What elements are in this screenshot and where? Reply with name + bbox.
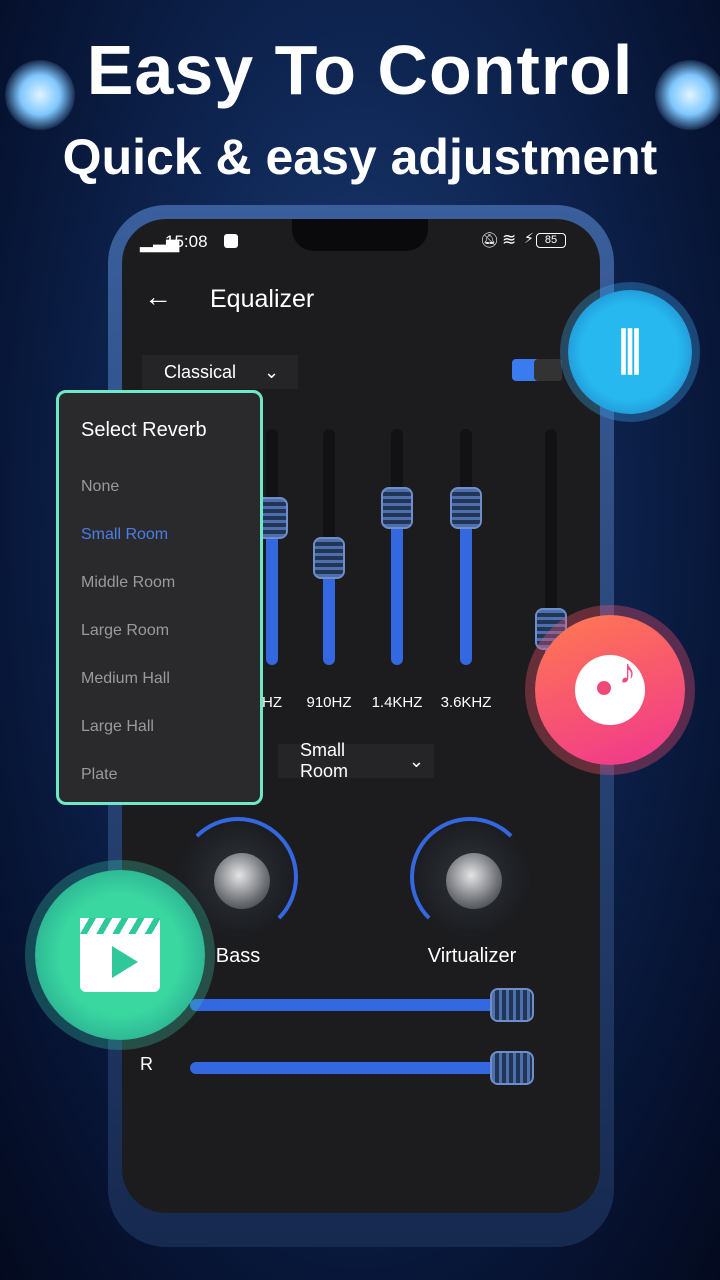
equalizer-bubble: ⫼ [568, 290, 692, 414]
wifi-icon: ≋ [502, 230, 517, 249]
knob-cap [446, 853, 502, 909]
band-thumb[interactable] [381, 487, 413, 529]
reverb-value: Small Room [300, 740, 349, 781]
charging-icon: ⚡︎ [524, 230, 534, 246]
headline: Easy To Control [86, 31, 634, 109]
slider-thumb[interactable] [490, 1051, 534, 1085]
sliders-icon: ⫼ [618, 323, 642, 380]
battery-icon: 85 [536, 233, 566, 248]
bass-label: Bass [215, 945, 261, 967]
band-fill [460, 509, 472, 665]
eq-band-slider[interactable] [256, 429, 288, 665]
balance-right-slider[interactable] [190, 1062, 510, 1074]
balance-left-slider[interactable] [190, 999, 510, 1011]
chevron-down-icon: ⌄ [408, 750, 424, 771]
band-label: 1.4KHZ [371, 694, 423, 711]
chevron-down-icon: ⌄ [264, 361, 280, 382]
eq-band-slider[interactable] [381, 429, 413, 665]
page-title: Equalizer [210, 285, 315, 313]
video-bubble [35, 870, 205, 1040]
popup-title: Select Reverb [81, 419, 207, 441]
virtualizer-knob[interactable] [410, 817, 530, 937]
band-label: 910HZ [306, 694, 352, 711]
reverb-option[interactable]: Middle Room [81, 574, 175, 592]
reverb-option[interactable]: Small Room [81, 526, 168, 544]
back-arrow-icon[interactable]: ← [144, 281, 172, 313]
band-thumb[interactable] [313, 537, 345, 579]
subheadline: Quick & easy adjustment [62, 129, 658, 185]
status-time: 15:08 [165, 232, 208, 251]
notch [292, 219, 428, 251]
band-thumb[interactable] [450, 487, 482, 529]
eq-band-slider[interactable] [450, 429, 482, 665]
band-fill [391, 509, 403, 665]
music-disc-icon: ♪ [575, 653, 645, 725]
knob-cap [214, 853, 270, 909]
band-label: 3.6KHZ [440, 694, 492, 711]
eq-band-slider[interactable] [535, 429, 567, 665]
video-play-icon [80, 918, 160, 992]
reverb-option[interactable]: Large Hall [81, 718, 154, 736]
reverb-dropdown[interactable]: Small Room ⌄ [278, 740, 434, 781]
slider-thumb[interactable] [490, 988, 534, 1022]
app-notification-icon [224, 234, 238, 248]
reverb-option[interactable]: Large Room [81, 622, 169, 640]
balance-right-label: R [140, 1054, 153, 1074]
band-fill [266, 519, 278, 665]
eq-band-slider[interactable] [313, 429, 345, 665]
reverb-option[interactable]: Medium Hall [81, 670, 170, 688]
preset-value: Classical [164, 361, 237, 382]
music-bubble: ♪ [535, 615, 685, 765]
mute-icon: 🔕︎ [480, 232, 500, 249]
eq-toggle[interactable] [512, 359, 562, 381]
reverb-option[interactable]: Plate [81, 766, 117, 784]
toggle-thumb [534, 359, 562, 381]
reverb-popup: Select Reverb None Small Room Middle Room L… [56, 390, 263, 805]
reverb-option[interactable]: None [81, 478, 119, 496]
preset-dropdown[interactable]: Classical ⌄ [142, 355, 298, 389]
virtualizer-label: Virtualizer [427, 945, 517, 967]
